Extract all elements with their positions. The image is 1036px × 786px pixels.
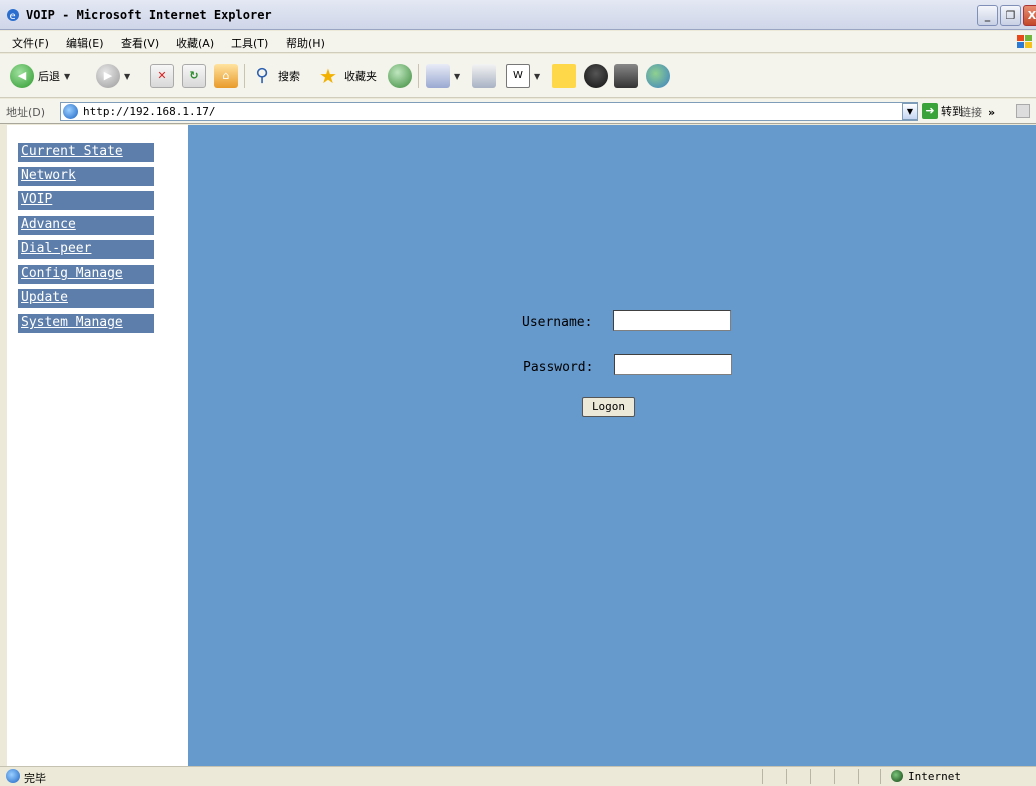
mail-button[interactable]: ▼ [426, 62, 460, 90]
status-text: 完毕 [24, 772, 46, 785]
address-dropdown-button[interactable]: ▼ [902, 103, 918, 120]
edit-button[interactable]: W ▼ [506, 62, 540, 90]
note-icon [552, 64, 576, 88]
window-title: VOIP - Microsoft Internet Explorer [26, 8, 272, 22]
stop-icon: ✕ [150, 64, 174, 88]
back-arrow-icon: ◀ [10, 64, 34, 88]
password-field[interactable] [614, 354, 732, 375]
back-label: 后退 [38, 70, 60, 83]
status-divider [786, 769, 787, 784]
mail-dropdown-icon: ▼ [454, 71, 461, 81]
qq-penguin-icon [584, 64, 608, 88]
sidebar-item-dial-peer[interactable]: Dial-peer [18, 240, 154, 259]
status-divider [810, 769, 811, 784]
login-panel: Username: Password: Logon [188, 125, 1036, 766]
title-bar: e VOIP - Microsoft Internet Explorer _ ❐… [0, 0, 1036, 30]
sidebar-item-config-manage[interactable]: Config Manage [18, 265, 154, 284]
close-button[interactable]: X [1023, 5, 1036, 26]
windows-logo-icon [1017, 35, 1032, 48]
menu-help[interactable]: 帮助(H) [286, 35, 325, 51]
chevron-right-icon: » [988, 106, 996, 119]
refresh-icon: ↻ [182, 64, 206, 88]
search-label: 搜索 [278, 70, 300, 83]
toolbar: ◀ 后退 ▼ ▶ ▼ ✕ ↻ ⌂ ⚲ 搜索 ★ 收藏夹 ▼ W ▼ [0, 54, 1036, 98]
stop-button[interactable]: ✕ [150, 62, 174, 90]
minimize-button[interactable]: _ [977, 5, 998, 26]
address-bar: 地址(D) http://192.168.1.17/ ▼ ➜ 转到 链接 » [0, 99, 1036, 124]
sidebar-item-system-manage[interactable]: System Manage [18, 314, 154, 333]
back-button[interactable]: ◀ 后退 ▼ [10, 62, 70, 90]
toolbar-separator [244, 64, 245, 88]
status-divider [880, 769, 881, 784]
status-bar: 完毕 Internet [0, 766, 1036, 785]
zone-text: Internet [908, 770, 961, 783]
sidebar-item-network[interactable]: Network [18, 167, 154, 186]
sidebar-item-current-state[interactable]: Current State [18, 143, 154, 162]
forward-dropdown-icon: ▼ [124, 71, 131, 81]
messenger-icon [646, 64, 670, 88]
favorites-label: 收藏夹 [344, 70, 377, 83]
page-icon [63, 104, 78, 119]
home-icon: ⌂ [214, 64, 238, 88]
menu-view[interactable]: 查看(V) [121, 35, 159, 51]
status-divider [762, 769, 763, 784]
favorites-button[interactable]: ★ 收藏夹 [316, 62, 377, 90]
edit-dropdown-icon: ▼ [534, 71, 541, 81]
ie-icon: e [7, 9, 19, 22]
menu-edit[interactable]: 编辑(E) [66, 35, 104, 51]
extension-icon[interactable] [1016, 104, 1030, 118]
status-divider [834, 769, 835, 784]
sidebar: Current State Network VOIP Advance Dial-… [7, 125, 187, 766]
go-arrow-icon: ➜ [922, 103, 938, 119]
maximize-button[interactable]: ❐ [1000, 5, 1021, 26]
address-input[interactable]: http://192.168.1.17/ [60, 102, 918, 121]
star-icon: ★ [319, 64, 337, 88]
logon-button[interactable]: Logon [582, 397, 635, 417]
forward-arrow-icon: ▶ [96, 64, 120, 88]
page-status-icon [6, 769, 20, 783]
password-label: Password: [523, 360, 594, 375]
username-label: Username: [522, 315, 593, 330]
address-label: 地址(D) [6, 106, 46, 119]
history-icon [388, 64, 412, 88]
menu-file[interactable]: 文件(F) [12, 35, 49, 51]
search-icon: ⚲ [255, 65, 269, 86]
refresh-button[interactable]: ↻ [182, 62, 206, 90]
status-divider [858, 769, 859, 784]
sidebar-item-advance[interactable]: Advance [18, 216, 154, 235]
username-field[interactable] [613, 310, 731, 331]
svg-text:e: e [10, 11, 16, 22]
address-url: http://192.168.1.17/ [83, 105, 216, 118]
notes-button[interactable] [552, 62, 576, 90]
print-button[interactable] [472, 62, 496, 90]
qq-button[interactable] [584, 62, 608, 90]
menu-tools[interactable]: 工具(T) [231, 35, 268, 51]
history-button[interactable] [388, 62, 412, 90]
word-icon: W [506, 64, 530, 88]
page-content: Current State Network VOIP Advance Dial-… [7, 125, 1036, 766]
mail-icon [426, 64, 450, 88]
links-button[interactable]: 链接 » [960, 104, 995, 120]
menu-bar: 文件(F) 编辑(E) 查看(V) 收藏(A) 工具(T) 帮助(H) [0, 31, 1036, 53]
links-label: 链接 [960, 106, 982, 119]
forward-button[interactable]: ▶ ▼ [96, 62, 130, 90]
toolbar-separator [418, 64, 419, 88]
back-dropdown-icon: ▼ [64, 71, 71, 81]
home-button[interactable]: ⌂ [214, 62, 238, 90]
menu-favorites[interactable]: 收藏(A) [176, 35, 214, 51]
media-button[interactable] [614, 62, 638, 90]
printer-icon [472, 64, 496, 88]
go-button[interactable]: ➜ 转到 [922, 103, 963, 119]
messenger-button[interactable] [646, 62, 670, 90]
globe-icon [891, 770, 903, 782]
media-icon [614, 64, 638, 88]
sidebar-item-update[interactable]: Update [18, 289, 154, 308]
search-button[interactable]: ⚲ 搜索 [250, 62, 300, 90]
sidebar-item-voip[interactable]: VOIP [18, 191, 154, 210]
